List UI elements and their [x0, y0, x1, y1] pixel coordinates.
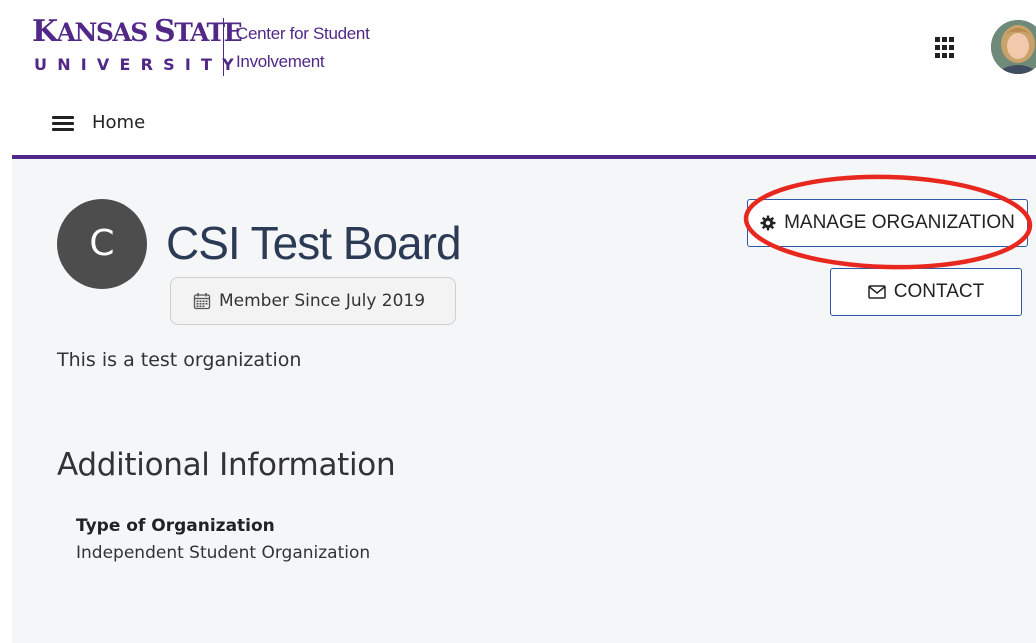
type-of-organization-label: Type of Organization — [76, 516, 275, 536]
organization-name: CSI Test Board — [166, 217, 462, 269]
member-since-text: Member Since July 2019 — [219, 291, 426, 311]
gear-icon — [760, 215, 776, 231]
calendar-icon — [193, 292, 211, 310]
logo-wordmark: KANSAS STATE — [32, 14, 243, 49]
organization-description: This is a test organization — [57, 349, 302, 371]
type-of-organization-value: Independent Student Organization — [76, 543, 371, 563]
logo-university: UNIVERSITY — [34, 55, 244, 74]
home-link[interactable]: Home — [92, 110, 145, 136]
hamburger-menu-icon[interactable] — [52, 114, 74, 132]
nav-bar: Home — [0, 98, 1036, 156]
logo-department: Center for Student Involvement — [236, 24, 370, 71]
member-since-badge: Member Since July 2019 — [170, 277, 456, 325]
organization-page: C CSI Test Board Member Since July 2019 … — [12, 159, 1036, 643]
apps-grid-icon[interactable] — [935, 37, 957, 59]
site-header: KANSAS STATE UNIVERSITY Center for Stude… — [0, 0, 1036, 98]
manage-organization-label: MANAGE ORGANIZATION — [784, 212, 1015, 233]
manage-organization-button[interactable]: MANAGE ORGANIZATION — [747, 199, 1028, 247]
envelope-icon — [868, 285, 886, 299]
user-avatar[interactable] — [991, 20, 1036, 74]
contact-button[interactable]: CONTACT — [830, 268, 1022, 316]
logo-divider — [223, 18, 224, 76]
contact-label: CONTACT — [893, 281, 985, 302]
additional-information-heading: Additional Information — [57, 447, 396, 483]
organization-avatar: C — [57, 199, 147, 289]
